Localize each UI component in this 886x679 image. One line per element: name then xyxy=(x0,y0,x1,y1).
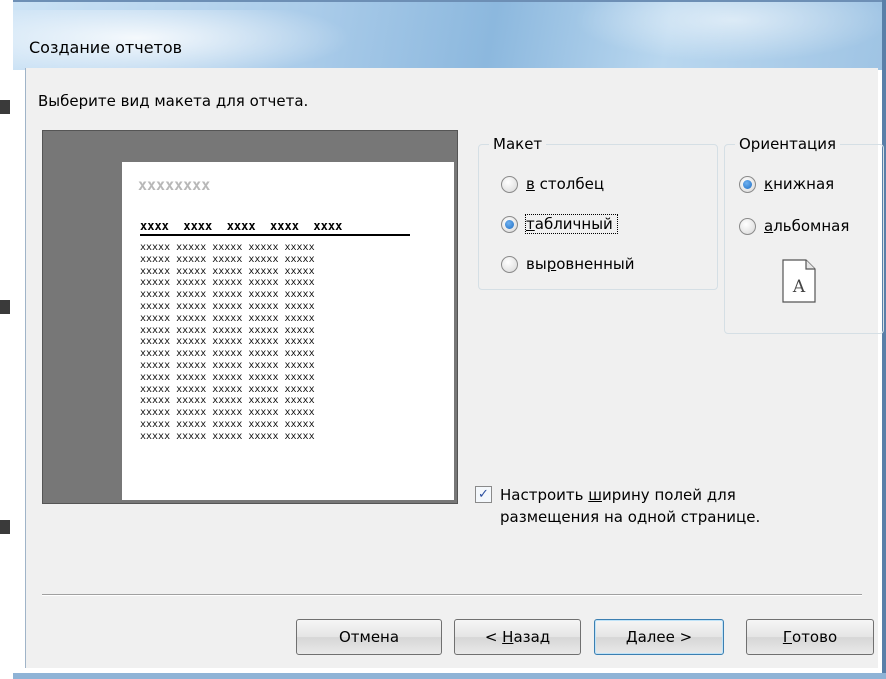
radio-tabular[interactable]: табличный xyxy=(501,214,618,234)
radio-columnar-label: в столбец xyxy=(526,175,605,193)
layout-group-label: Макет xyxy=(489,135,547,153)
radio-justified-circle[interactable] xyxy=(501,255,518,273)
button-separator xyxy=(42,594,862,596)
preview-row: xxxxx xxxxx xxxxx xxxxx xxxxx xyxy=(140,395,315,407)
fit-width-checkbox-label: Настроить ширину полей для размещения на… xyxy=(500,486,761,526)
preview-row: xxxxx xxxxx xxxxx xxxxx xxxxx xyxy=(140,348,315,360)
radio-justified[interactable]: выровненный xyxy=(501,255,634,273)
preview-row: xxxxx xxxxx xxxxx xxxxx xxxxx xyxy=(140,359,315,371)
frame-stub xyxy=(0,520,10,534)
preview-row: xxxxx xxxxx xxxxx xxxxx xxxxx xyxy=(140,407,315,419)
fit-width-checkbox[interactable]: ✓ Настроить ширину полей для размещения … xyxy=(475,484,820,528)
radio-landscape-circle[interactable] xyxy=(739,217,756,235)
dialog-client-area: Выберите вид макета для отчета. xxxxxxxx… xyxy=(25,68,884,668)
window-title: Создание отчетов xyxy=(29,38,183,57)
frame-stub xyxy=(0,100,10,114)
instruction-text: Выберите вид макета для отчета. xyxy=(38,92,309,110)
preview-row: xxxxx xxxxx xxxxx xxxxx xxxxx xyxy=(140,383,315,395)
page-orientation-icon: A xyxy=(782,259,816,303)
preview-title-placeholder: xxxxxxxx xyxy=(138,176,211,194)
radio-portrait-label: книжная xyxy=(764,175,835,193)
window-frame-left xyxy=(0,0,13,679)
cancel-button[interactable]: Отмена xyxy=(296,619,442,655)
preview-row: xxxxx xxxxx xxxxx xxxxx xxxxx xyxy=(140,265,315,277)
preview-data-rows: xxxxx xxxxx xxxxx xxxxx xxxxx xxxxx xxxxx… xyxy=(140,242,410,443)
radio-tabular-circle[interactable] xyxy=(501,215,518,233)
preview-row: xxxxx xxxxx xxxxx xxxxx xxxxx xyxy=(140,324,315,336)
preview-row: xxxxx xxxxx xxxxx xxxxx xxxxx xyxy=(140,430,315,442)
next-button[interactable]: Далее > xyxy=(594,619,724,655)
page-icon-letter: A xyxy=(792,277,806,297)
preview-row: xxxxx xxxxx xxxxx xxxxx xxxxx xyxy=(140,418,315,430)
preview-row: xxxxx xxxxx xxxxx xxxxx xxxxx xyxy=(140,312,315,324)
radio-tabular-label: табличный xyxy=(525,214,618,234)
fit-width-checkbox-box[interactable]: ✓ xyxy=(475,486,492,503)
title-bar-glow xyxy=(573,2,882,62)
radio-portrait[interactable]: книжная xyxy=(739,175,834,193)
window-frame-bottom xyxy=(13,673,886,679)
preview-row: xxxxx xxxxx xxxxx xxxxx xxxxx xyxy=(140,300,315,312)
page-icon-graphic: A xyxy=(782,259,816,303)
radio-columnar-circle[interactable] xyxy=(501,175,518,193)
radio-columnar[interactable]: в столбец xyxy=(501,175,604,193)
back-button[interactable]: < Назад xyxy=(454,619,581,655)
preview-page: xxxxxxxx xxxx xxxx xxxx xxxx xxxx xxxxx … xyxy=(122,162,454,500)
layout-preview: xxxxxxxx xxxx xxxx xxxx xxxx xxxx xxxxx … xyxy=(42,130,458,504)
radio-landscape-label: альбомная xyxy=(764,217,850,235)
finish-button[interactable]: Готово xyxy=(746,619,874,655)
radio-justified-label: выровненный xyxy=(526,255,635,273)
layout-group: Макет в столбец табличный выровненный xyxy=(478,135,718,290)
preview-row: xxxxx xxxxx xxxxx xxxxx xxxxx xyxy=(140,242,315,253)
orientation-group: Ориентация книжная альбомная A xyxy=(724,135,884,334)
preview-row: xxxxx xxxxx xxxxx xxxxx xxxxx xyxy=(140,277,315,289)
preview-row: xxxxx xxxxx xxxxx xxxxx xxxxx xyxy=(140,289,315,301)
radio-portrait-circle[interactable] xyxy=(739,175,756,193)
title-bar[interactable]: Создание отчетов xyxy=(13,0,882,70)
preview-header-row: xxxx xxxx xxxx xxxx xxxx xyxy=(140,219,410,236)
window-frame-right xyxy=(882,0,886,679)
radio-landscape[interactable]: альбомная xyxy=(739,217,849,235)
preview-row: xxxxx xxxxx xxxxx xxxxx xxxxx xyxy=(140,253,315,265)
orientation-group-label: Ориентация xyxy=(735,135,841,153)
preview-row: xxxxx xxxxx xxxxx xxxxx xxxxx xyxy=(140,336,315,348)
frame-stub xyxy=(0,300,10,314)
preview-row: xxxxx xxxxx xxxxx xxxxx xxxxx xyxy=(140,371,315,383)
